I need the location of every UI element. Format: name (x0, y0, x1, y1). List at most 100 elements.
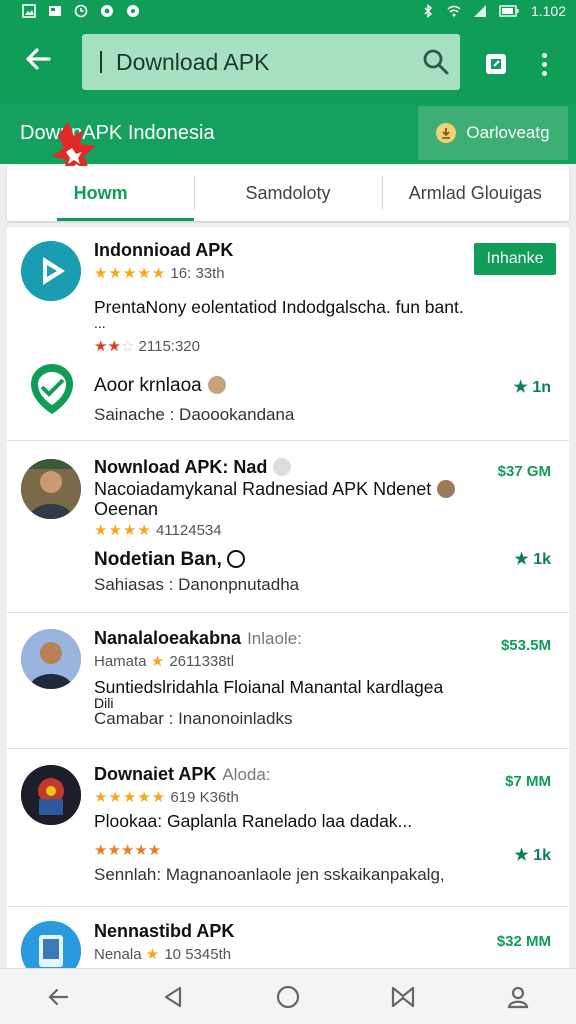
person-icon (508, 986, 529, 1008)
battery-icon (499, 5, 519, 17)
rating-badge: ★ 1k (514, 551, 551, 568)
rating-row-2: ★★★★★ (94, 841, 161, 859)
app-subtitle: Nacoiadamykanal Radnesiad APK Ndenet (94, 479, 456, 500)
tab-armlad-glouigas[interactable]: Armlad Glouigas (381, 166, 569, 221)
app-title: Downaiet APK Aloda: (94, 764, 271, 784)
install-button[interactable]: Inhanke (474, 243, 556, 275)
app-subtitle-2: Oeenan (94, 499, 159, 519)
tab-samdoloty[interactable]: Samdoloty (194, 166, 381, 221)
app-title: Nanalaloeakabna Inlaole: (94, 628, 302, 648)
app-size: $53.5M (500, 637, 551, 654)
nav-profile-button[interactable] (498, 977, 538, 1017)
triangle-back-icon (164, 986, 181, 1007)
timer-icon (74, 4, 88, 18)
list-item[interactable]: Nennastibd APK Nenala ★ 10 5345th $32 MM (7, 907, 569, 968)
app-description: Suntiedslridahla Floianal Manantal kardl… (94, 677, 444, 697)
app-size: $32 MM (496, 933, 551, 950)
star-icon: ★ (513, 379, 528, 396)
system-nav-bar (0, 968, 576, 1024)
rating-stars: ★★ (94, 338, 121, 355)
notification-icon (49, 6, 61, 16)
list-item[interactable]: Nanalaloeakabna Inlaole: Hamata ★ 2611338… (7, 613, 569, 749)
rating-stars: ★ (145, 946, 161, 963)
star-icon: ★ (514, 551, 529, 568)
bowtie-icon (392, 986, 415, 1007)
signal-icon (473, 5, 486, 17)
secondary-subtitle: Sainache : Daoookandana (94, 405, 295, 424)
more-menu-button[interactable] (532, 46, 556, 82)
search-icon[interactable] (412, 38, 460, 86)
nav-triangle-button[interactable] (153, 977, 193, 1017)
meta-text: 10 5345th (164, 946, 232, 963)
nav-back-button[interactable] (38, 977, 78, 1017)
shield-check-icon (27, 362, 77, 418)
rating-stars: ★★★★★ (94, 789, 167, 806)
app-icon (21, 765, 81, 825)
app-description: PrentaNony eolentatiod Indodgalscha. fun… (94, 297, 464, 317)
download-chip-label: Oarloveatg (466, 123, 550, 142)
list-item[interactable]: Nownload APK: Nad Nacoiadamykanal Radnes… (7, 441, 569, 613)
rating-badge: ★ 1n (513, 379, 551, 396)
status-time: 1.102 (530, 3, 566, 19)
meta-text: 2115:320 (138, 338, 200, 355)
dot-icon (127, 5, 139, 17)
rating-stars: ★★★★★ (94, 842, 162, 859)
rating-row: ★★★★★ 16: 33th (94, 264, 225, 282)
wifi-icon (447, 5, 461, 17)
meta-text: 41124534 (155, 522, 222, 539)
avatar (21, 459, 81, 519)
circle-home-icon (276, 985, 300, 1008)
secondary-subtitle: Sennlah: Magnanoanlaole jen sskaikanpaka… (94, 865, 445, 884)
app-icon (21, 241, 81, 301)
rating-stars: ★ (150, 653, 166, 670)
rating-stars: ★★★★ (94, 522, 152, 539)
secondary-subtitle: Camabar : Inanonoinladks (94, 709, 293, 728)
nav-recents-button[interactable] (383, 977, 423, 1017)
search-field[interactable]: Download APK (82, 34, 460, 90)
back-button[interactable] (20, 44, 56, 80)
meta-text: 2611338tl (169, 653, 235, 670)
clock-icon (227, 550, 246, 568)
download-icon (436, 123, 457, 143)
bluetooth-icon (424, 4, 432, 18)
tab-bar: Howm Samdoloty Armlad Glouigas (7, 166, 569, 221)
list-item[interactable]: Downaiet APK Aloda: ★★★★★ 619 K36th $7 MM… (7, 749, 569, 907)
tab-home[interactable]: Howm (7, 166, 195, 221)
text-cursor (100, 51, 102, 73)
settings-icon (101, 5, 113, 17)
status-bar: 1.102 (0, 0, 576, 22)
app-size: $37 GM (497, 463, 551, 480)
more-dots-icon (541, 52, 547, 58)
rating-row: Hamata ★ 2611338tl (94, 653, 235, 670)
arrow-left-icon (48, 988, 68, 1005)
app-list: Indonnioad APK ★★★★★ 16: 33th Inhanke Pr… (7, 227, 569, 968)
arrow-left-icon (26, 48, 51, 70)
rating-row: ★★★★★ 619 K36th (94, 788, 239, 806)
secondary-title: Aoor krnlaoa (94, 375, 226, 397)
avatar (21, 629, 81, 689)
app-size: $7 MM (505, 773, 551, 790)
square-icon (486, 54, 506, 74)
rating-badge: ★ 1k (514, 847, 551, 864)
app-description-more: ... (94, 315, 106, 331)
avatar (207, 376, 226, 394)
image-icon (22, 4, 36, 18)
rating-row-2: ★★☆ 2115:320 (94, 338, 200, 355)
tabs-button[interactable] (482, 50, 510, 78)
app-title: Nownload APK: Nad (94, 457, 292, 478)
list-item[interactable]: Indonnioad APK ★★★★★ 16: 33th Inhanke Pr… (7, 227, 569, 441)
rating-row: ★★★★ 41124534 (94, 521, 222, 539)
nav-home-button[interactable] (268, 977, 308, 1017)
search-input[interactable]: Download APK (116, 49, 412, 76)
app-title: Nennastibd APK (94, 921, 235, 941)
app-icon (21, 921, 81, 968)
meta-text: 619 K36th (170, 789, 239, 806)
rating-stars: ★★★★★ (94, 265, 167, 282)
app-title: Indonnioad APK (94, 240, 234, 260)
secondary-subtitle: Sahiasas : Danonpnutadha (94, 575, 300, 594)
meta-text: 16: 33th (170, 265, 225, 282)
download-chip-button[interactable]: Oarloveatg (418, 106, 568, 160)
play-icon (21, 241, 81, 301)
star-icon: ★ (514, 847, 529, 864)
rating-row: Nenala ★ 10 5345th (94, 946, 232, 963)
